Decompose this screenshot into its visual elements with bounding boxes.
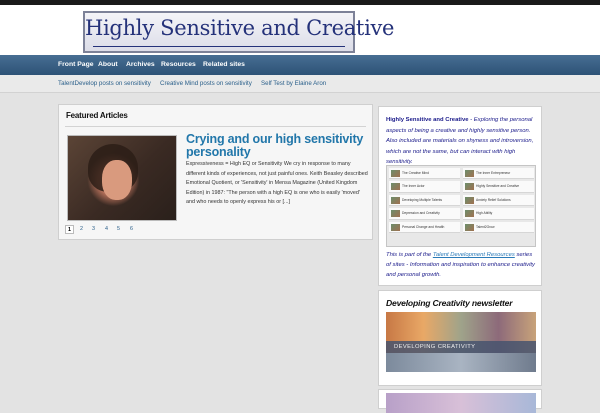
collage-item: The Inner Actor bbox=[389, 181, 460, 193]
collage-item: The Inner Entrepreneur bbox=[463, 168, 534, 180]
collage-item: Highly Sensitive and Creative bbox=[463, 181, 534, 193]
featured-articles-box: Featured Articles Crying and our high se… bbox=[58, 104, 373, 240]
page-6[interactable]: 6 bbox=[127, 225, 136, 234]
collage-item: Developing Multiple Talents bbox=[389, 194, 460, 207]
article-thumbnail[interactable] bbox=[67, 135, 177, 221]
intro-description: - Exploring the personal aspects of bein… bbox=[386, 117, 534, 166]
page-5[interactable]: 5 bbox=[114, 225, 123, 234]
nav-related-sites[interactable]: Related sites bbox=[203, 55, 245, 75]
newsletter-title: Developing Creativity newsletter bbox=[386, 298, 513, 308]
page-2[interactable]: 2 bbox=[77, 225, 86, 234]
collage-item: High Ability bbox=[463, 208, 534, 220]
site-intro: Highly Sensitive and Creative - Explorin… bbox=[386, 115, 538, 168]
collage-item: The Creative Mind bbox=[389, 168, 460, 180]
page-4[interactable]: 4 bbox=[102, 225, 111, 234]
site-logo[interactable]: Highly Sensitive and Creative bbox=[83, 11, 395, 53]
collage-item: Personal Change and Health bbox=[389, 221, 460, 233]
intro-site-name[interactable]: Highly Sensitive and Creative bbox=[386, 117, 469, 123]
thumbnail-face bbox=[102, 160, 132, 200]
newsletter-box: Developing Creativity newsletter DEVELOP… bbox=[378, 290, 542, 386]
nav-archives[interactable]: Archives bbox=[126, 55, 155, 75]
nav-front-page[interactable]: Front Page bbox=[58, 55, 94, 75]
site-title: Highly Sensitive and Creative bbox=[85, 16, 395, 40]
article-excerpt: Expressiveness = High EQ or Sensitivity … bbox=[186, 161, 368, 206]
page-3[interactable]: 3 bbox=[89, 225, 98, 234]
sidebar-widget-partial bbox=[378, 389, 542, 413]
subnav-talentdevelop[interactable]: TalentDevelop posts on sensitivity bbox=[58, 75, 151, 92]
site-header: Highly Sensitive and Creative bbox=[0, 5, 600, 55]
sub-nav: TalentDevelop posts on sensitivity Creat… bbox=[0, 75, 600, 93]
banner-bottom bbox=[386, 353, 536, 372]
newsletter-banner-image[interactable]: DEVELOPING CREATIVITY bbox=[386, 312, 536, 372]
site-intro-box: Highly Sensitive and Creative - Explorin… bbox=[378, 106, 542, 286]
sites-collage-image[interactable]: The Creative Mind The Inner Entrepreneur… bbox=[386, 165, 536, 247]
featured-heading: Featured Articles bbox=[66, 111, 128, 120]
series-note-prefix: This is part of the bbox=[386, 252, 433, 258]
widget-image[interactable] bbox=[386, 393, 536, 413]
series-note: This is part of the Talent Development R… bbox=[386, 250, 538, 280]
collage-item: Talent2Grow bbox=[463, 221, 534, 233]
main-nav: Front Page About Archives Resources Rela… bbox=[0, 55, 600, 75]
featured-divider bbox=[65, 126, 366, 127]
logo-underline bbox=[93, 46, 345, 47]
banner-label: DEVELOPING CREATIVITY bbox=[394, 344, 476, 350]
article-title[interactable]: Crying and our high sensitivity personal… bbox=[186, 133, 366, 159]
collage-item: Anxiety Relief Solutions bbox=[463, 194, 534, 207]
nav-resources[interactable]: Resources bbox=[161, 55, 196, 75]
subnav-self-test[interactable]: Self Test by Elaine Aron bbox=[261, 75, 326, 92]
talent-development-link[interactable]: Talent Development Resources bbox=[433, 252, 515, 258]
page-1[interactable]: 1 bbox=[65, 225, 74, 234]
nav-about[interactable]: About bbox=[98, 55, 118, 75]
subnav-creative-mind[interactable]: Creative Mind posts on sensitivity bbox=[160, 75, 252, 92]
collage-item: Depression and Creativity bbox=[389, 208, 460, 220]
